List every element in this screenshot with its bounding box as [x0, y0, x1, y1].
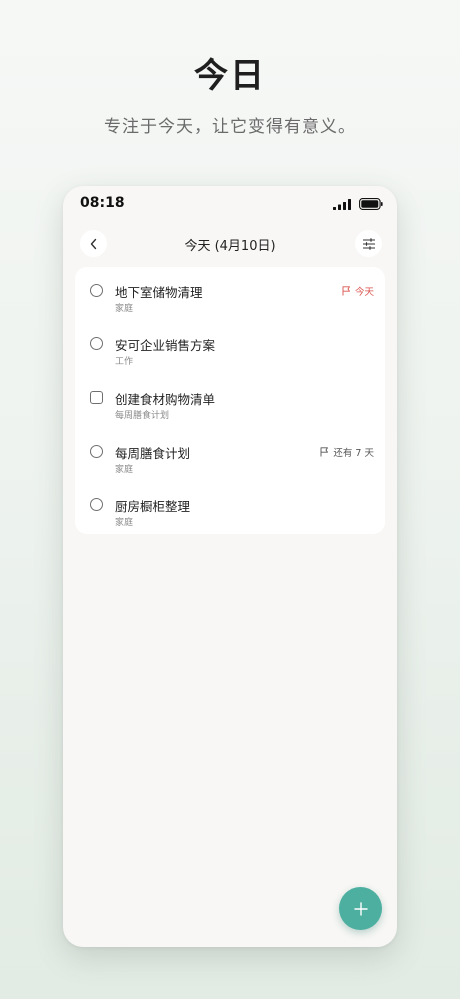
task-item[interactable]: 创建食材购物清单 每周膳食计划 — [75, 378, 385, 428]
signal-icon — [333, 199, 351, 210]
task-checkbox[interactable] — [90, 391, 103, 404]
page-title: 今天 (4月10日) — [184, 239, 276, 254]
status-bar: 08:18 — [63, 186, 397, 222]
task-list: 地下室储物清理 家庭 今天 安可企业销售方案 工作 创建食材购物清单 每周膳食计… — [75, 267, 385, 534]
task-due-label: 还有 7 天 — [333, 448, 374, 459]
status-time: 08:18 — [80, 195, 125, 211]
task-title: 安可企业销售方案 — [115, 338, 216, 353]
task-checkbox[interactable] — [90, 498, 103, 511]
flag-icon — [320, 447, 329, 457]
task-checkbox[interactable] — [90, 337, 103, 350]
sliders-icon — [362, 237, 375, 250]
task-item[interactable]: 地下室储物清理 家庭 今天 — [75, 271, 385, 321]
task-item[interactable]: 每周膳食计划 家庭 还有 7 天 — [75, 432, 385, 482]
battery-icon — [359, 198, 383, 210]
task-title: 地下室储物清理 — [115, 285, 203, 300]
task-checkbox[interactable] — [90, 284, 103, 297]
task-checkbox[interactable] — [90, 445, 103, 458]
hero-title: 今日 — [194, 56, 266, 96]
task-due-label: 今天 — [354, 287, 374, 298]
plus-icon — [353, 901, 368, 916]
hero-subtitle: 专注于今天，让它变得有意义。 — [104, 117, 356, 137]
task-category: 家庭 — [115, 465, 134, 475]
task-category: 工作 — [115, 357, 134, 367]
task-due-tag: 还有 7 天 — [320, 445, 374, 459]
task-item[interactable]: 厨房橱柜整理 家庭 — [75, 485, 385, 535]
flag-icon — [342, 286, 350, 296]
phone-screen: 08:18 今天 (4月10日) 地下室储物清理 家庭 今天 安可企业销售方案 … — [63, 186, 397, 947]
task-due-tag: 今天 — [342, 284, 374, 298]
nav-bar: 今天 (4月10日) — [63, 230, 397, 260]
filter-button[interactable] — [355, 230, 382, 257]
task-category: 家庭 — [115, 304, 134, 314]
add-task-button[interactable] — [339, 887, 382, 930]
task-category: 每周膳食计划 — [115, 411, 170, 421]
task-title: 创建食材购物清单 — [115, 392, 216, 407]
task-category: 家庭 — [115, 518, 134, 528]
task-title: 每周膳食计划 — [115, 446, 191, 461]
task-title: 厨房橱柜整理 — [115, 499, 191, 514]
task-item[interactable]: 安可企业销售方案 工作 — [75, 324, 385, 374]
